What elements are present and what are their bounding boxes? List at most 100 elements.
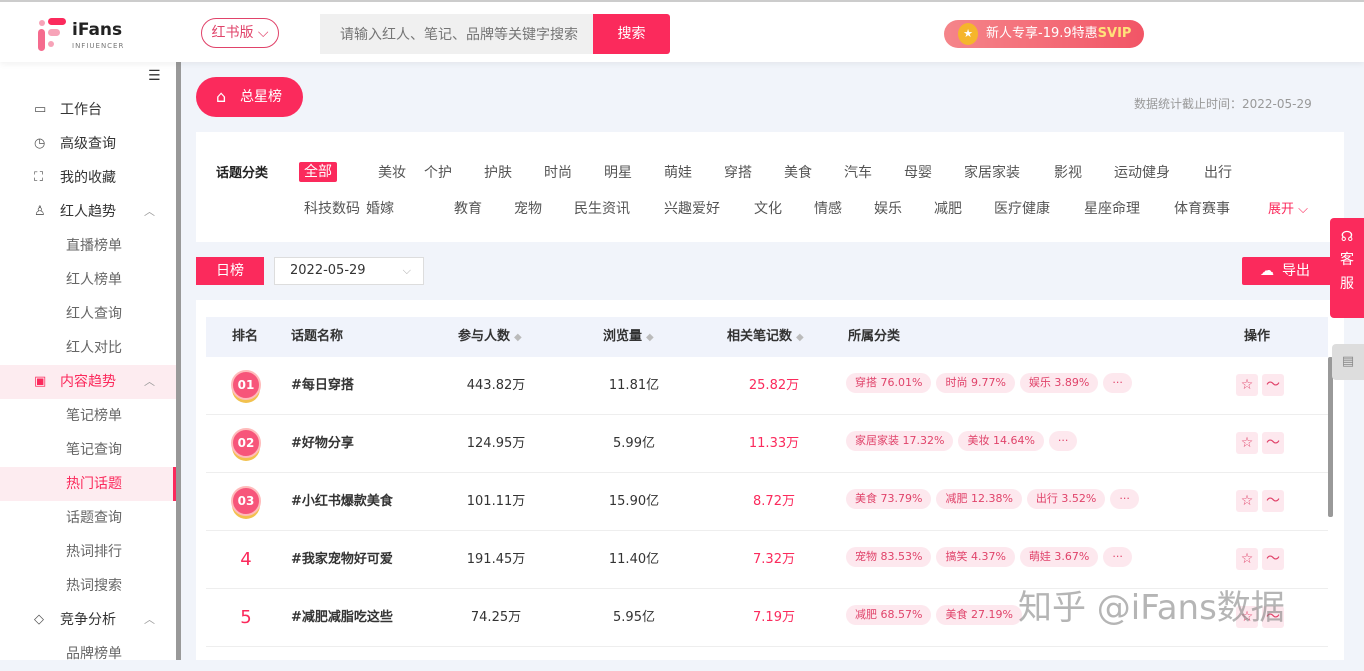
sidebar-item[interactable]: 笔记查询 [0, 433, 176, 467]
topic-filter[interactable]: 汽车 [844, 162, 872, 182]
sidebar-item[interactable]: ♙ 红人趋势 ︿ [0, 195, 176, 229]
version-dropdown[interactable]: 红书版 ⌵ [201, 18, 279, 48]
star-icon[interactable]: ☆ [1236, 374, 1258, 396]
category-tag[interactable]: 时尚 9.77% [936, 373, 1015, 393]
chevron-up-icon[interactable]: ︿ [144, 195, 155, 229]
topic-filter[interactable]: 母婴 [904, 162, 932, 182]
trend-chart-icon[interactable]: 〜 [1262, 374, 1284, 396]
table-row[interactable]: 03 #小红书爆款美食 101.11万 15.90亿 8.72万 美食 73.7… [206, 473, 1328, 531]
sidebar-item[interactable]: ▭ 工作台 [0, 93, 176, 127]
category-tag[interactable]: 美妆 14.64% [958, 431, 1044, 451]
category-tag[interactable]: 家居家装 17.32% [846, 431, 954, 451]
category-tag[interactable]: 美食 27.19% [936, 605, 1022, 625]
topic-filter[interactable]: 萌娃 [664, 162, 692, 182]
table-scrollbar[interactable] [1328, 357, 1333, 517]
customer-service-button[interactable]: ☊ 客服 [1330, 218, 1364, 318]
topic-filter[interactable]: 家居家装 [964, 162, 1020, 182]
sidebar-item[interactable]: 热词搜索 [0, 569, 176, 603]
sidebar-scrollbar[interactable] [176, 62, 181, 660]
topic-filter[interactable]: 明星 [604, 162, 632, 182]
topic-name[interactable]: #减肥减脂吃这些 [291, 589, 393, 647]
topic-filter[interactable]: 穿搭 [724, 162, 752, 182]
svip-promo-banner[interactable]: ★ 新人专享-19.9特惠SVIP [944, 20, 1144, 48]
sidebar-item[interactable]: 直播榜单 [0, 229, 176, 263]
category-tag[interactable]: 减肥 12.38% [936, 489, 1022, 509]
sidebar-item[interactable]: ▣ 内容趋势 ︿ [0, 365, 176, 399]
category-tag[interactable]: 搞笑 4.37% [936, 547, 1015, 567]
col-notes[interactable]: 相关笔记数 ◆ [727, 317, 804, 358]
topic-filter[interactable]: 出行 [1204, 162, 1232, 182]
trend-chart-icon[interactable]: 〜 [1262, 490, 1284, 512]
sidebar-item[interactable]: 红人查询 [0, 297, 176, 331]
sort-icon[interactable]: ◆ [646, 332, 654, 343]
category-tag[interactable]: 娱乐 3.89% [1019, 373, 1099, 393]
col-views[interactable]: 浏览量 ◆ [603, 317, 654, 358]
topic-filter[interactable]: 宠物 [514, 198, 542, 218]
trend-chart-icon[interactable]: 〜 [1262, 548, 1284, 570]
topic-filter[interactable]: 兴趣爱好 [664, 198, 720, 218]
topic-filter[interactable]: 婚嫁 [366, 198, 394, 218]
sidebar-item[interactable]: 红人榜单 [0, 263, 176, 297]
topic-name[interactable]: #小红书爆款美食 [291, 473, 393, 531]
topic-filter[interactable]: 体育赛事 [1174, 198, 1230, 218]
logo[interactable]: iFans INFIUENCER [38, 18, 148, 54]
topic-filter[interactable]: 运动健身 [1114, 162, 1170, 182]
clipboard-icon[interactable]: ▤ [1332, 344, 1364, 380]
topic-name[interactable]: #我家宠物好可爱 [291, 531, 393, 589]
sidebar-item[interactable]: ◇ 竞争分析 ︿ [0, 603, 176, 637]
daily-board-button[interactable]: 日榜 [196, 257, 264, 285]
topic-filter[interactable]: 影视 [1054, 162, 1082, 182]
search-input[interactable] [320, 14, 594, 54]
sidebar-item[interactable]: ◷ 高级查询 [0, 127, 176, 161]
category-tag[interactable]: ··· [1110, 489, 1139, 509]
chevron-up-icon[interactable]: ︿ [144, 365, 155, 399]
topic-filter[interactable]: 美妆 [378, 162, 406, 182]
category-tag[interactable]: 穿搭 76.01% [846, 373, 932, 393]
search-button[interactable]: 搜索 [593, 14, 670, 54]
star-icon[interactable]: ☆ [1236, 432, 1258, 454]
sidebar-item[interactable]: 红人对比 [0, 331, 176, 365]
topic-filter[interactable]: 星座命理 [1084, 198, 1140, 218]
trend-chart-icon[interactable]: 〜 [1262, 432, 1284, 454]
category-tag[interactable]: 减肥 68.57% [846, 605, 932, 625]
expand-button[interactable]: 展开 ⌵ [1268, 198, 1308, 217]
category-tag[interactable]: 宠物 83.53% [846, 547, 932, 567]
topic-filter[interactable]: 美食 [784, 162, 812, 182]
date-picker[interactable]: 2022-05-29 ⌵ [274, 257, 424, 285]
table-row[interactable]: 02 #好物分享 124.95万 5.99亿 11.33万 家居家装 17.32… [206, 415, 1328, 473]
topic-filter[interactable]: 个护 [424, 162, 452, 182]
topic-filter[interactable]: 娱乐 [874, 198, 902, 218]
topic-filter[interactable]: 医疗健康 [994, 198, 1050, 218]
category-tag[interactable]: 出行 3.52% [1026, 489, 1106, 509]
topic-filter[interactable]: 全部 [299, 162, 337, 182]
topic-filter[interactable]: 文化 [754, 198, 782, 218]
table-row[interactable]: 01 #每日穿搭 443.82万 11.81亿 25.82万 穿搭 76.01%… [206, 357, 1328, 415]
topic-filter[interactable]: 减肥 [934, 198, 962, 218]
topic-filter[interactable]: 时尚 [544, 162, 572, 182]
total-board-button[interactable]: ⌂ 总星榜 [196, 77, 303, 117]
category-tag[interactable]: ··· [1103, 547, 1132, 567]
topic-name[interactable]: #每日穿搭 [291, 357, 354, 415]
category-tag[interactable]: 萌娃 3.67% [1019, 547, 1099, 567]
topic-filter[interactable]: 情感 [814, 198, 842, 218]
sidebar-item[interactable]: 热门话题 [0, 467, 176, 501]
export-button[interactable]: ☁ 导出 [1242, 257, 1334, 285]
star-icon[interactable]: ☆ [1236, 548, 1258, 570]
sort-icon[interactable]: ◆ [796, 332, 804, 343]
topic-filter[interactable]: 民生资讯 [574, 198, 630, 218]
topic-filter[interactable]: 护肤 [484, 162, 512, 182]
category-tag[interactable]: ··· [1048, 431, 1078, 451]
star-icon[interactable]: ☆ [1236, 490, 1258, 512]
collapse-menu-icon[interactable]: ☰ [148, 68, 161, 84]
sidebar-item[interactable]: 品牌榜单 [0, 637, 176, 671]
sidebar-item[interactable]: 热词排行 [0, 535, 176, 569]
topic-filter[interactable]: 教育 [454, 198, 482, 218]
category-tag[interactable]: ··· [1103, 373, 1132, 393]
sidebar-item[interactable]: 笔记榜单 [0, 399, 176, 433]
col-participants[interactable]: 参与人数 ◆ [458, 317, 522, 358]
topic-filter[interactable]: 科技数码 [304, 198, 360, 218]
category-tag[interactable]: 美食 73.79% [846, 489, 932, 509]
sort-icon[interactable]: ◆ [514, 332, 522, 343]
sidebar-item[interactable]: ⛶ 我的收藏 [0, 161, 176, 195]
sidebar-item[interactable]: 话题查询 [0, 501, 176, 535]
